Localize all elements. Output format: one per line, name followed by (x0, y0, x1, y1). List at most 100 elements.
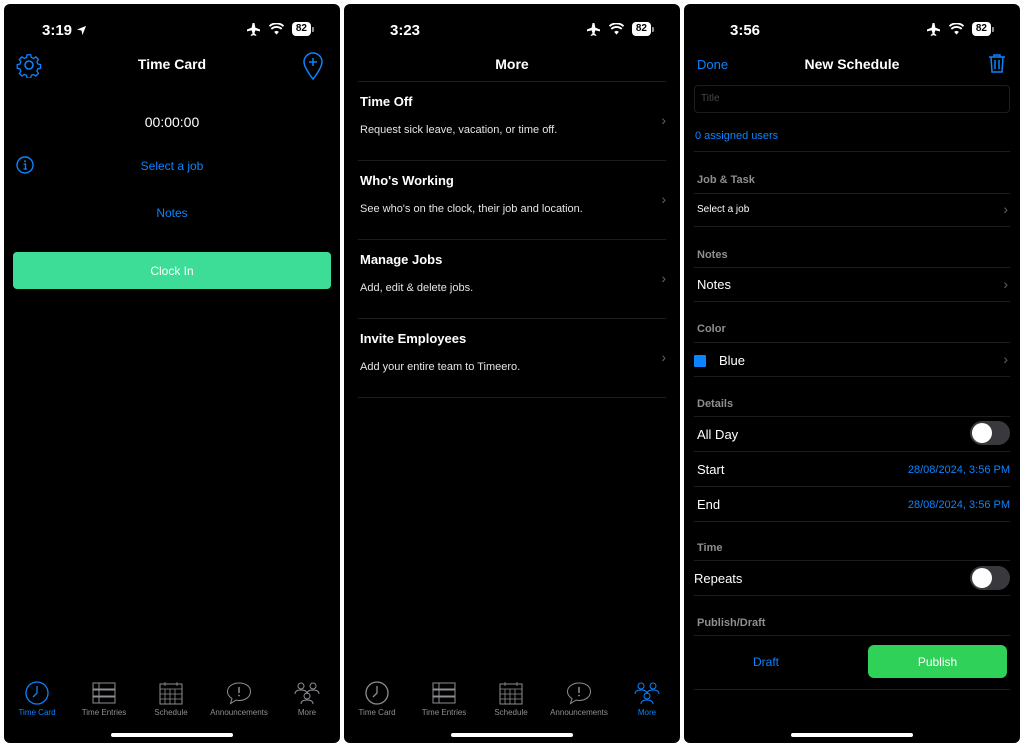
list-icon (432, 682, 456, 704)
battery-level: 82 (291, 22, 311, 36)
tab-label: Announcements (550, 708, 608, 717)
divider (694, 376, 1010, 377)
chevron-right-icon: › (661, 349, 666, 365)
list-item-time-off[interactable]: Time Off Request sick leave, vacation, o… (358, 82, 666, 161)
color-swatch (694, 355, 706, 367)
title-input[interactable]: Title (694, 85, 1010, 113)
repeats-label: Repeats (694, 571, 743, 586)
speech-bubble-icon (566, 682, 592, 705)
status-time: 3:56 (730, 22, 761, 39)
section-header: Details (697, 398, 734, 410)
calendar-icon (159, 682, 183, 705)
select-job-link[interactable]: Select a job (4, 159, 340, 173)
draft-button[interactable]: Draft (753, 655, 779, 669)
all-day-label: All Day (697, 427, 739, 442)
tab-bar: Time Card Time Entries Schedule Announce… (344, 680, 680, 720)
tab-time-entries[interactable]: Time Entries (411, 680, 477, 717)
wifi-icon (608, 23, 624, 35)
notes-link[interactable]: Notes (4, 206, 340, 220)
add-location-pin-icon[interactable] (302, 52, 324, 80)
tab-label: Schedule (154, 708, 188, 717)
airplane-icon (586, 22, 600, 36)
airplane-icon (926, 22, 940, 36)
clock-icon (25, 681, 49, 705)
tab-label: Schedule (494, 708, 528, 717)
title-placeholder: Title (701, 93, 720, 104)
clock-in-button[interactable]: Clock In (13, 252, 331, 289)
tab-time-card[interactable]: Time Card (4, 680, 70, 717)
tab-more[interactable]: More (614, 680, 680, 717)
time-card-screen: 3:19 82 Time Card 00:00:00 Select a job … (4, 4, 340, 743)
list-item-subtitle: Add your entire team to Timeero. (360, 361, 521, 373)
list-item-invite-employees[interactable]: Invite Employees Add your entire team to… (358, 319, 666, 398)
tab-label: Time Card (18, 708, 56, 717)
tab-more[interactable]: More (274, 680, 340, 717)
tab-label: More (637, 708, 657, 717)
list-item-subtitle: See who's on the clock, their job and lo… (360, 203, 583, 215)
all-day-toggle[interactable] (970, 421, 1010, 445)
tab-announcements[interactable]: Announcements (206, 680, 272, 717)
select-job-label: Select a job (697, 204, 750, 215)
all-day-row: All Day (694, 417, 1010, 450)
tab-bar: Time Card Time Entries Schedule Announce… (4, 680, 340, 720)
section-header: Publish/Draft (697, 617, 766, 629)
end-row[interactable]: End 28/08/2024, 3:56 PM (694, 487, 1010, 520)
clock-icon (365, 681, 389, 705)
tab-time-card[interactable]: Time Card (344, 680, 410, 717)
tab-label: More (297, 708, 317, 717)
tab-label: Announcements (210, 708, 268, 717)
more-screen: 3:23 82 More Time Off Request sick leave… (344, 4, 680, 743)
notes-row[interactable]: Notes › (694, 268, 1010, 301)
battery-indicator: 82 (631, 22, 654, 36)
divider (694, 595, 1010, 596)
list-item-whos-working[interactable]: Who's Working See who's on the clock, th… (358, 161, 666, 240)
status-time: 3:23 (390, 22, 421, 39)
start-label: Start (697, 462, 725, 477)
home-indicator (451, 733, 573, 737)
trash-icon[interactable] (988, 53, 1006, 73)
end-label: End (697, 497, 721, 512)
chevron-right-icon: › (1003, 201, 1008, 217)
start-datetime[interactable]: 28/08/2024, 3:56 PM (908, 464, 1010, 476)
list-item-manage-jobs[interactable]: Manage Jobs Add, edit & delete jobs. › (358, 240, 666, 319)
section-header: Job & Task (697, 174, 755, 186)
select-job-row[interactable]: Select a job › (694, 194, 1010, 226)
start-row[interactable]: Start 28/08/2024, 3:56 PM (694, 452, 1010, 485)
tab-label: Time Entries (81, 708, 127, 717)
end-datetime[interactable]: 28/08/2024, 3:56 PM (908, 499, 1010, 511)
color-row[interactable]: Blue › (694, 343, 1010, 376)
color-value: Blue (719, 353, 746, 368)
status-icons: 82 (926, 22, 994, 36)
repeats-row: Repeats (694, 561, 1010, 594)
notes-label: Notes (697, 277, 731, 292)
timer-display: 00:00:00 (144, 114, 200, 130)
divider (694, 226, 1010, 227)
divider (694, 301, 1010, 302)
page-title: Time Card (137, 56, 207, 72)
tab-label: Time Card (358, 708, 396, 717)
airplane-icon (246, 22, 260, 36)
page-title: New Schedule (804, 56, 900, 72)
section-header: Color (697, 323, 726, 335)
tab-schedule[interactable]: Schedule (478, 680, 544, 717)
battery-indicator: 82 (291, 22, 314, 36)
publish-button[interactable]: Publish (868, 645, 1007, 678)
home-indicator (111, 733, 233, 737)
repeats-toggle[interactable] (970, 566, 1010, 590)
tab-schedule[interactable]: Schedule (138, 680, 204, 717)
status-time: 3:19 (42, 22, 87, 39)
chevron-right-icon: › (661, 270, 666, 286)
status-icons: 82 (586, 22, 654, 36)
list-item-subtitle: Add, edit & delete jobs. (360, 282, 474, 294)
wifi-icon (268, 23, 284, 35)
divider (694, 635, 1010, 636)
divider (694, 689, 1010, 690)
assigned-users-link[interactable]: 0 assigned users (695, 130, 778, 142)
chevron-right-icon: › (661, 112, 666, 128)
chevron-right-icon: › (1003, 351, 1008, 367)
list-item-title: Invite Employees (360, 331, 467, 346)
tab-announcements[interactable]: Announcements (546, 680, 612, 717)
tab-time-entries[interactable]: Time Entries (71, 680, 137, 717)
location-arrow-icon (77, 25, 87, 36)
home-indicator (791, 733, 913, 737)
